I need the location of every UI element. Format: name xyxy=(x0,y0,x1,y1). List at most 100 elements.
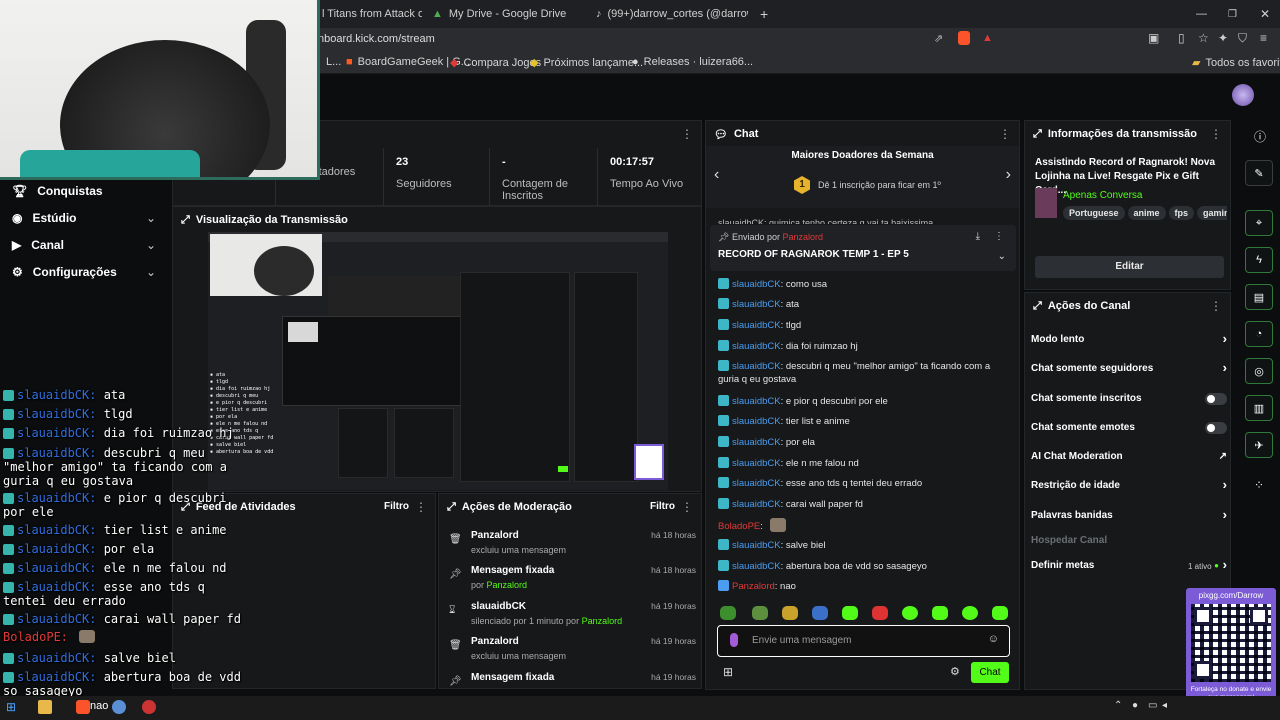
chat-username[interactable]: slauaidbCK xyxy=(732,437,781,448)
chat-username[interactable]: slauaidbCK xyxy=(732,279,781,290)
pinned-by-user[interactable]: Panzalord xyxy=(783,232,824,242)
gift-icon[interactable]: ⊞ xyxy=(723,665,733,679)
emoji-icon[interactable]: ☺ xyxy=(988,633,999,645)
bookmark-item[interactable]: ◆ Próximos lançame... xyxy=(530,56,643,70)
record-icon[interactable] xyxy=(142,700,156,714)
chat-username[interactable]: slauaidbCK xyxy=(732,299,781,310)
menu-icon[interactable]: ≡ xyxy=(1260,31,1267,45)
avatar[interactable] xyxy=(1232,84,1254,106)
vpn-icon[interactable]: ⛉ xyxy=(1238,31,1247,46)
chevron-down-icon[interactable]: ⌄ xyxy=(998,251,1006,262)
windows-icon[interactable]: ⊞ xyxy=(6,700,16,714)
tag[interactable]: fps xyxy=(1168,206,1195,220)
emote-icon[interactable] xyxy=(992,606,1008,620)
filter-button[interactable]: Filtro xyxy=(650,501,675,512)
pinned-message[interactable]: 📌︎ Enviado por Panzalord RECORD OF RAGNA… xyxy=(710,225,1016,271)
chat-username[interactable]: slauaidbCK xyxy=(732,396,781,407)
chat-username[interactable]: slauaidbCK xyxy=(732,499,781,510)
expand-icon[interactable]: ⤢ xyxy=(181,214,190,227)
chat-username[interactable]: slauaidbCK xyxy=(732,478,781,489)
expand-icon[interactable]: ⤢ xyxy=(1033,300,1042,313)
document-icon[interactable]: ▤ xyxy=(1245,284,1273,310)
unpin-icon[interactable]: ⤓ xyxy=(976,231,980,242)
emote-icon[interactable] xyxy=(842,606,858,620)
browser-tab[interactable]: ▲ My Drive - Google Drive xyxy=(432,4,582,24)
wrench-icon[interactable]: ✈ xyxy=(1245,432,1273,458)
chat-username[interactable]: slauaidbCK xyxy=(732,361,781,372)
sidebar-item-estudio[interactable]: ◉ Estúdio xyxy=(12,211,76,225)
emote-icon[interactable] xyxy=(872,606,888,620)
chat-username[interactable]: slauaidbCK xyxy=(732,416,781,427)
share-icon[interactable]: ⇗ xyxy=(934,32,943,45)
emote-icon[interactable] xyxy=(962,606,978,620)
more-icon[interactable]: ⋮ xyxy=(1210,299,1222,313)
bookmark-icon[interactable]: ☆ xyxy=(1198,31,1209,45)
sidebar-item-conquistas[interactable]: 🏆︎ Conquistas xyxy=(12,184,103,198)
rewards-icon[interactable]: ▲ xyxy=(982,32,993,44)
chat-username[interactable]: slauaidbCK xyxy=(732,540,781,551)
emote-icon[interactable] xyxy=(782,606,798,620)
volume-icon[interactable]: ◂ xyxy=(1162,700,1167,711)
chat-username[interactable]: Panzalord xyxy=(732,581,775,592)
chat-username[interactable]: slauaidbCK xyxy=(732,458,781,469)
category-name[interactable]: Apenas Conversa xyxy=(1063,190,1143,201)
expand-icon[interactable]: ⤢ xyxy=(1033,128,1042,141)
more-icon[interactable]: ⋮ xyxy=(994,231,1004,242)
chat-username[interactable]: BoladoPE xyxy=(718,521,760,532)
emotes-only-toggle[interactable] xyxy=(1205,422,1227,434)
chat-username[interactable]: slauaidbCK xyxy=(732,341,781,352)
bookmark-item[interactable]: ◆ Compara Jogos xyxy=(450,56,541,70)
setting-followers-only[interactable]: Chat somente seguidores › xyxy=(1031,360,1227,375)
more-icon[interactable]: ⋮ xyxy=(999,127,1011,141)
setting-banned-words[interactable]: Palavras banidas › xyxy=(1031,507,1227,522)
emote-icon[interactable] xyxy=(752,606,768,620)
stream-preview[interactable]: ▪ ata ▪ tlgd ▪ dia foi ruimzao hj ▪ descubr… xyxy=(208,232,668,490)
more-icon[interactable]: ⋮ xyxy=(415,500,427,514)
mod-item-by[interactable]: Panzalord xyxy=(582,616,623,626)
send-chat-button[interactable]: Chat xyxy=(971,662,1009,683)
taskbar-item[interactable]: nao xyxy=(90,700,108,712)
network-icon[interactable]: ▭ xyxy=(1148,700,1157,711)
emote-icon[interactable] xyxy=(902,606,918,620)
app-icon[interactable] xyxy=(112,700,126,714)
url-field[interactable]: nboard.kick.com/stream xyxy=(318,33,435,45)
minimize-icon[interactable]: — xyxy=(1196,4,1207,24)
sidebar-item-configuracoes[interactable]: ⚙ Configurações xyxy=(12,265,117,279)
maximize-icon[interactable]: ❐ xyxy=(1228,4,1237,24)
window-close-icon[interactable]: ✕ xyxy=(1260,4,1270,24)
filter-button[interactable]: Filtro xyxy=(384,501,409,512)
brave-shield-icon[interactable] xyxy=(958,31,970,45)
broadcast-icon[interactable]: ◎ xyxy=(1245,358,1273,384)
tag[interactable]: anime xyxy=(1127,206,1166,220)
tray-chevron-icon[interactable]: ⌃ xyxy=(1114,700,1122,711)
browser-tab[interactable]: l Titans from Attack on Tit xyxy=(322,4,422,24)
chevron-down-icon[interactable]: ⌄ xyxy=(146,265,156,279)
chevron-down-icon[interactable]: ⌄ xyxy=(146,238,156,252)
setting-ai-moderation[interactable]: AI Chat Moderation ↗ xyxy=(1031,451,1227,462)
more-icon[interactable]: ⋮ xyxy=(681,127,693,141)
more-icon[interactable]: ⋮ xyxy=(681,500,693,514)
sidebar-toggle-icon[interactable]: ▣ xyxy=(1148,31,1159,45)
all-favorites[interactable]: ▰ Todos os favoritos xyxy=(1192,56,1280,70)
emote-icon[interactable] xyxy=(812,606,828,620)
more-icon[interactable]: ⋮ xyxy=(1210,127,1222,141)
brave-icon[interactable] xyxy=(76,700,90,714)
chat-input[interactable]: Envie uma mensagem ☺ xyxy=(717,625,1010,657)
lightning-icon[interactable]: ϟ xyxy=(1245,247,1273,273)
chat-username[interactable]: slauaidbCK xyxy=(732,561,781,572)
info-icon[interactable]: ⓘ xyxy=(1254,128,1266,145)
sidebar-item-canal[interactable]: ▶ Canal xyxy=(12,238,64,252)
setting-age-restriction[interactable]: Restrição de idade › xyxy=(1031,477,1227,492)
tag[interactable]: Portuguese xyxy=(1063,206,1125,220)
chat-username[interactable]: slauaidbCK xyxy=(732,320,781,331)
layout-icon[interactable]: ▥ xyxy=(1245,395,1273,421)
emote-icon[interactable] xyxy=(932,606,948,620)
reader-icon[interactable]: ▯ xyxy=(1178,31,1185,45)
bookmark-item[interactable]: ● Releases · luizera66... xyxy=(632,56,753,68)
chevron-left-icon[interactable]: ‹ xyxy=(714,166,719,184)
chat-bubble-icon[interactable]: ◔ xyxy=(1245,321,1273,347)
browser-tab[interactable]: ♪(99+)darrow_cortes (@darrow_corte× xyxy=(596,4,748,24)
mic-tray-icon[interactable]: ● xyxy=(1132,700,1138,711)
edit-button[interactable]: Editar xyxy=(1035,256,1224,278)
edit-icon[interactable]: ✎ xyxy=(1245,160,1273,186)
